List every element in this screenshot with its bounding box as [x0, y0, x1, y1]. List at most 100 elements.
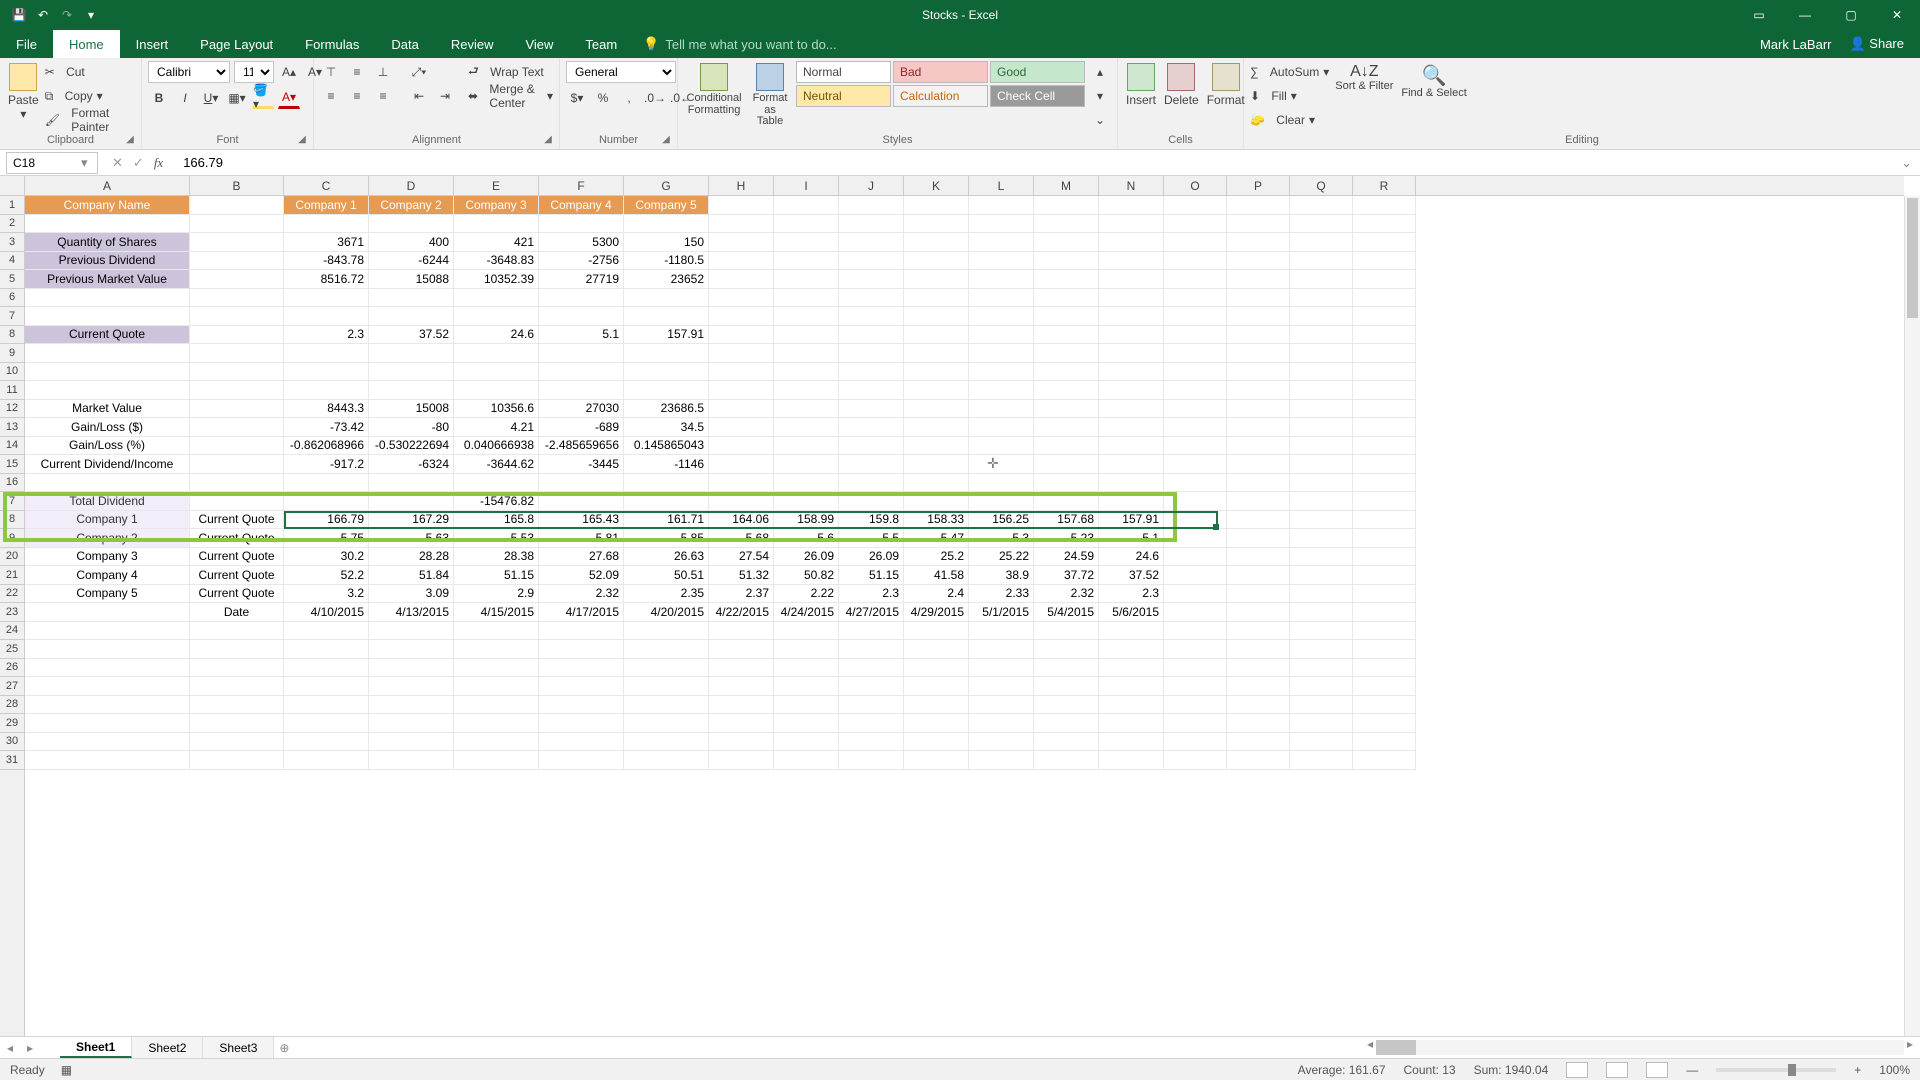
cell[interactable] — [454, 640, 539, 659]
cell[interactable] — [190, 363, 284, 382]
cell[interactable] — [1227, 474, 1290, 493]
cell[interactable] — [190, 307, 284, 326]
cell[interactable] — [1034, 474, 1099, 493]
cell[interactable] — [1353, 289, 1416, 308]
cell[interactable] — [1290, 270, 1353, 289]
cell[interactable] — [1290, 400, 1353, 419]
cell[interactable] — [1227, 603, 1290, 622]
row-header[interactable]: 13 — [0, 418, 24, 437]
cell[interactable] — [1353, 548, 1416, 567]
cell[interactable] — [1290, 751, 1353, 770]
cell[interactable] — [1290, 455, 1353, 474]
column-header[interactable]: K — [904, 176, 969, 195]
cell[interactable] — [624, 714, 709, 733]
cell[interactable] — [190, 252, 284, 271]
cell[interactable] — [904, 640, 969, 659]
cell[interactable]: 157.91 — [1099, 511, 1164, 530]
sheet-tab-2[interactable]: Sheet2 — [132, 1037, 203, 1058]
cell[interactable] — [284, 492, 369, 511]
cell[interactable] — [25, 696, 190, 715]
font-face-select[interactable]: Calibri — [148, 61, 230, 83]
cell[interactable] — [1164, 437, 1227, 456]
formula-input[interactable]: 166.79 — [177, 155, 1893, 170]
cell[interactable] — [969, 474, 1034, 493]
cell[interactable] — [1099, 289, 1164, 308]
cell[interactable] — [190, 289, 284, 308]
cell[interactable] — [1227, 196, 1290, 215]
cell[interactable] — [774, 215, 839, 234]
tab-review[interactable]: Review — [435, 30, 510, 58]
cell[interactable] — [539, 733, 624, 752]
cell[interactable] — [539, 215, 624, 234]
close-icon[interactable]: ✕ — [1874, 0, 1920, 30]
cell[interactable] — [454, 215, 539, 234]
cell[interactable] — [1290, 307, 1353, 326]
cell[interactable] — [1227, 714, 1290, 733]
customize-qat-icon[interactable]: ▾ — [82, 6, 100, 24]
cell[interactable] — [839, 455, 904, 474]
undo-icon[interactable]: ↶ — [34, 6, 52, 24]
cell[interactable] — [539, 659, 624, 678]
cell[interactable] — [1353, 215, 1416, 234]
cell[interactable] — [284, 733, 369, 752]
cell[interactable] — [539, 677, 624, 696]
font-size-select[interactable]: 11 — [234, 61, 274, 83]
column-header[interactable]: C — [284, 176, 369, 195]
cell[interactable] — [969, 622, 1034, 641]
cell[interactable] — [1099, 418, 1164, 437]
cell[interactable]: 23686.5 — [624, 400, 709, 419]
cell[interactable]: 164.06 — [709, 511, 774, 530]
cell[interactable]: Gain/Loss ($) — [25, 418, 190, 437]
cell[interactable] — [1164, 289, 1227, 308]
tab-insert[interactable]: Insert — [120, 30, 185, 58]
cell[interactable] — [25, 640, 190, 659]
cell[interactable] — [904, 381, 969, 400]
cell[interactable] — [904, 307, 969, 326]
cell[interactable] — [774, 344, 839, 363]
cell[interactable] — [1034, 622, 1099, 641]
cell[interactable] — [774, 622, 839, 641]
align-bottom-icon[interactable]: ⊥ — [372, 61, 394, 83]
cell[interactable]: Company 4 — [25, 566, 190, 585]
cell[interactable] — [1290, 585, 1353, 604]
row-header[interactable]: 21 — [0, 566, 24, 585]
cell[interactable]: 421 — [454, 233, 539, 252]
column-header[interactable]: O — [1164, 176, 1227, 195]
cell[interactable] — [624, 474, 709, 493]
cell[interactable] — [1099, 696, 1164, 715]
cell[interactable] — [190, 751, 284, 770]
cell[interactable] — [1099, 270, 1164, 289]
cell[interactable] — [1164, 270, 1227, 289]
cell[interactable] — [190, 714, 284, 733]
cell[interactable] — [1290, 492, 1353, 511]
cell[interactable]: 24.6 — [454, 326, 539, 345]
find-select-button[interactable]: 🔍Find & Select — [1399, 61, 1468, 102]
cell[interactable] — [1164, 696, 1227, 715]
cell[interactable] — [969, 381, 1034, 400]
cell[interactable] — [1227, 307, 1290, 326]
cell[interactable] — [1099, 363, 1164, 382]
cell[interactable] — [1099, 659, 1164, 678]
cell[interactable] — [1353, 622, 1416, 641]
cell[interactable] — [454, 344, 539, 363]
font-color-button[interactable]: A▾ — [278, 87, 300, 109]
cell[interactable]: Company 2 — [369, 196, 454, 215]
cell[interactable]: 26.09 — [774, 548, 839, 567]
cell[interactable] — [839, 640, 904, 659]
cell[interactable] — [904, 252, 969, 271]
cell[interactable] — [1164, 492, 1227, 511]
cell[interactable]: 52.09 — [539, 566, 624, 585]
cell[interactable] — [1164, 566, 1227, 585]
cell[interactable] — [1353, 733, 1416, 752]
cell[interactable]: 34.5 — [624, 418, 709, 437]
cell[interactable] — [709, 289, 774, 308]
cell[interactable]: -3644.62 — [454, 455, 539, 474]
cell[interactable] — [454, 381, 539, 400]
row-headers[interactable]: 1234567891011121314151678920212223242526… — [0, 196, 25, 1044]
cell[interactable] — [539, 344, 624, 363]
cell[interactable] — [904, 400, 969, 419]
cell[interactable] — [774, 659, 839, 678]
cell[interactable] — [1099, 733, 1164, 752]
cell[interactable] — [1290, 233, 1353, 252]
cell[interactable]: 10352.39 — [454, 270, 539, 289]
